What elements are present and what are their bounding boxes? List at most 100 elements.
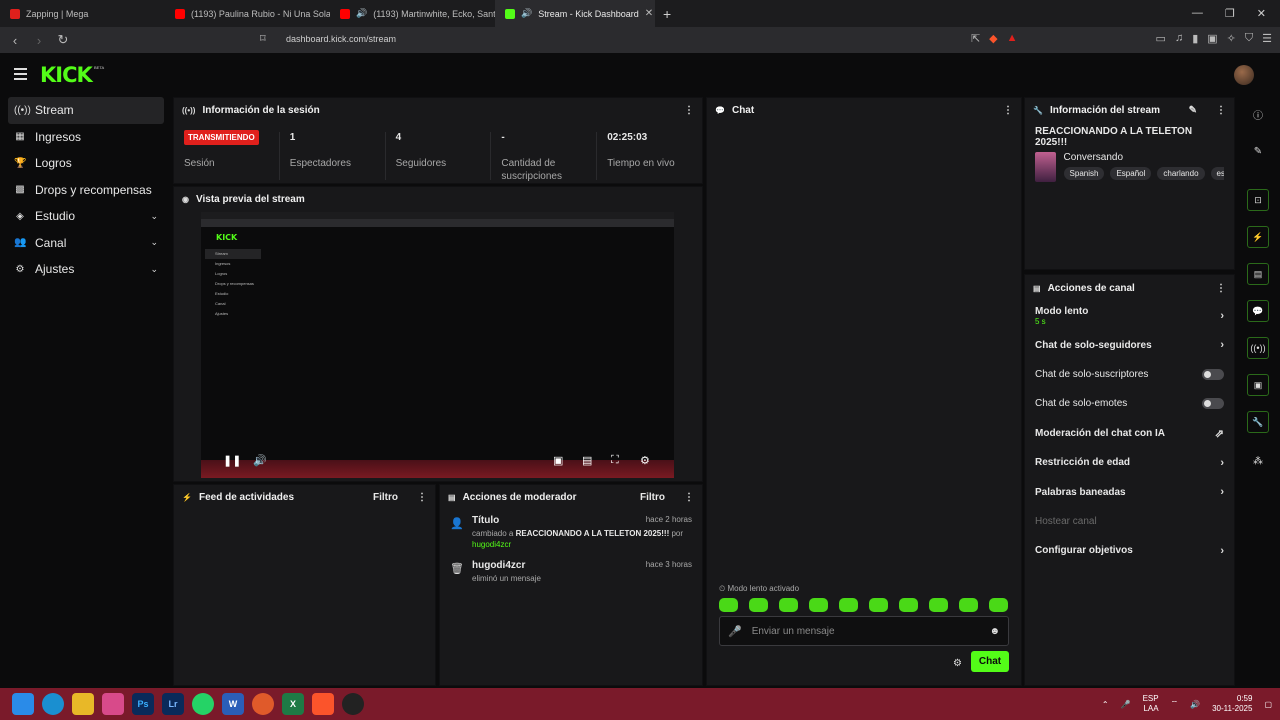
sidebar-item-stream[interactable]: ((•)) Stream: [8, 97, 164, 124]
microphone-icon[interactable]: 🎤: [728, 625, 742, 638]
more-options-icon[interactable]: ⋮: [417, 492, 427, 503]
tag[interactable]: esp: [1210, 167, 1224, 180]
avatar[interactable]: [1234, 65, 1254, 85]
sidebar-item-logros[interactable]: 🏆 Logros: [8, 150, 164, 177]
username-link[interactable]: hugodi4zcr: [472, 540, 511, 549]
language-indicator[interactable]: ESP LAA: [1143, 694, 1159, 714]
new-tab-button[interactable]: +: [655, 6, 679, 22]
emote-icon[interactable]: [929, 598, 948, 612]
quick-action-button-1[interactable]: ⊡: [1247, 189, 1269, 211]
send-chat-button[interactable]: Chat: [971, 651, 1009, 672]
windows-start-icon[interactable]: [12, 693, 34, 715]
speaker-icon[interactable]: 🔊: [1190, 700, 1200, 709]
instagram-icon[interactable]: [102, 693, 124, 715]
sidebar-item-ingresos[interactable]: ▦ Ingresos: [8, 124, 164, 151]
more-options-icon[interactable]: ⋮: [1216, 105, 1226, 116]
sidebar-item-estudio[interactable]: ◈ Estudio ⌄: [8, 203, 164, 230]
emote-icon[interactable]: [839, 598, 858, 612]
leo-icon[interactable]: ✧: [1227, 32, 1236, 45]
category-thumbnail[interactable]: [1035, 152, 1056, 182]
close-tab-icon[interactable]: ✕: [645, 8, 653, 19]
restore-icon[interactable]: ❐: [1225, 7, 1235, 20]
browser-tab[interactable]: 🔊 (1193) Martinwhite, Ecko, Santiag: [330, 0, 495, 27]
chevron-down-icon[interactable]: ⌄: [150, 211, 158, 222]
forward-icon[interactable]: ›: [32, 33, 46, 48]
vpn-icon[interactable]: ⛉: [1245, 32, 1253, 45]
brave-shield-icon[interactable]: ◆: [989, 32, 997, 45]
more-options-icon[interactable]: ⋮: [684, 492, 694, 503]
subs-only-toggle[interactable]: [1202, 368, 1224, 380]
quick-action-button-7[interactable]: 🔧: [1247, 411, 1269, 433]
reader-icon[interactable]: ▭: [1156, 32, 1166, 45]
edit-icon[interactable]: ✎: [1247, 140, 1269, 162]
emoji-icon[interactable]: ☻: [989, 626, 1000, 637]
emote-icon[interactable]: [989, 598, 1008, 612]
more-options-icon[interactable]: ⋮: [1003, 105, 1013, 116]
edit-icon[interactable]: ✎: [1189, 105, 1197, 116]
sidebar-icon[interactable]: ▮: [1192, 32, 1198, 45]
filter-button[interactable]: Filtro: [373, 492, 398, 503]
slow-mode-row[interactable]: Modo lento 5 s ›: [1025, 301, 1234, 330]
notification-icon[interactable]: ▢: [1264, 700, 1272, 709]
tag[interactable]: charlando: [1157, 167, 1205, 180]
emote-icon[interactable]: [809, 598, 828, 612]
emote-icon[interactable]: [899, 598, 918, 612]
emote-icon[interactable]: [869, 598, 888, 612]
obs-icon[interactable]: [342, 693, 364, 715]
browser-tab[interactable]: (1193) Paulina Rubio - Ni Una Sola Pa: [165, 0, 330, 27]
volume-icon[interactable]: 🔊: [253, 454, 267, 467]
back-icon[interactable]: ‹: [8, 33, 22, 48]
theater-icon[interactable]: ▤: [582, 454, 592, 467]
chevron-up-icon[interactable]: ⌃: [1102, 700, 1109, 709]
emotes-only-toggle[interactable]: [1202, 398, 1224, 410]
category-name[interactable]: Conversando: [1064, 152, 1224, 163]
edge-icon[interactable]: [42, 693, 64, 715]
emote-icon[interactable]: [779, 598, 798, 612]
info-icon[interactable]: ⓘ: [1247, 103, 1269, 125]
photoshop-icon[interactable]: Ps: [132, 693, 154, 715]
microphone-icon[interactable]: 🎤: [1121, 700, 1131, 709]
word-icon[interactable]: W: [222, 693, 244, 715]
app-icon[interactable]: [252, 693, 274, 715]
filter-button[interactable]: Filtro: [640, 492, 665, 503]
emote-icon[interactable]: [749, 598, 768, 612]
clock[interactable]: 0:59 30-11-2025: [1212, 694, 1252, 714]
tag[interactable]: Español: [1110, 167, 1152, 180]
browser-tab[interactable]: Zapping | Mega: [0, 0, 165, 27]
chat-settings-icon[interactable]: ⚙: [953, 658, 962, 669]
goals-row[interactable]: Configurar objetivos ›: [1025, 536, 1234, 565]
rewards-icon[interactable]: ▲: [1007, 32, 1018, 45]
add-widget-icon[interactable]: ⁂: [1247, 450, 1269, 472]
url-field[interactable]: dashboard.kick.com/stream: [286, 34, 396, 44]
chevron-down-icon[interactable]: ⌄: [150, 237, 158, 248]
wallet-icon[interactable]: ▣: [1207, 32, 1217, 45]
quick-action-button-5[interactable]: ((•)): [1247, 337, 1269, 359]
speaker-icon[interactable]: 🔊: [356, 8, 367, 19]
pip-icon[interactable]: ▣: [553, 454, 563, 467]
sidebar-item-ajustes[interactable]: ⚙ Ajustes ⌄: [8, 256, 164, 283]
lightroom-icon[interactable]: Lr: [162, 693, 184, 715]
quick-action-button-4[interactable]: 💬: [1247, 300, 1269, 322]
hamburger-menu-icon[interactable]: [14, 68, 27, 83]
age-restriction-row[interactable]: Restricción de edad ›: [1025, 448, 1234, 477]
reload-icon[interactable]: ↻: [56, 32, 70, 48]
browser-tab-active[interactable]: 🔊 Stream - Kick Dashboard ✕: [495, 0, 655, 27]
emote-icon[interactable]: [959, 598, 978, 612]
quick-action-button-2[interactable]: ⚡: [1247, 226, 1269, 248]
more-options-icon[interactable]: ⋮: [684, 105, 694, 116]
wifi-icon[interactable]: ⌔: [1171, 699, 1179, 709]
quick-action-button-6[interactable]: ▣: [1247, 374, 1269, 396]
more-options-icon[interactable]: ⋮: [1216, 283, 1226, 294]
minimize-icon[interactable]: —: [1192, 7, 1203, 20]
media-icon[interactable]: ♫: [1175, 32, 1183, 45]
banned-words-row[interactable]: Palabras baneadas ›: [1025, 477, 1234, 506]
chevron-down-icon[interactable]: ⌄: [150, 264, 158, 275]
quick-action-button-3[interactable]: ▤: [1247, 263, 1269, 285]
brave-icon[interactable]: [312, 693, 334, 715]
menu-icon[interactable]: ☰: [1262, 32, 1272, 45]
bookmark-icon[interactable]: ⌑: [260, 32, 266, 45]
close-window-icon[interactable]: ✕: [1257, 7, 1266, 20]
fullscreen-icon[interactable]: ⛶: [611, 454, 619, 467]
excel-icon[interactable]: X: [282, 693, 304, 715]
ai-moderation-row[interactable]: Moderación del chat con IA ⇗: [1025, 419, 1234, 448]
